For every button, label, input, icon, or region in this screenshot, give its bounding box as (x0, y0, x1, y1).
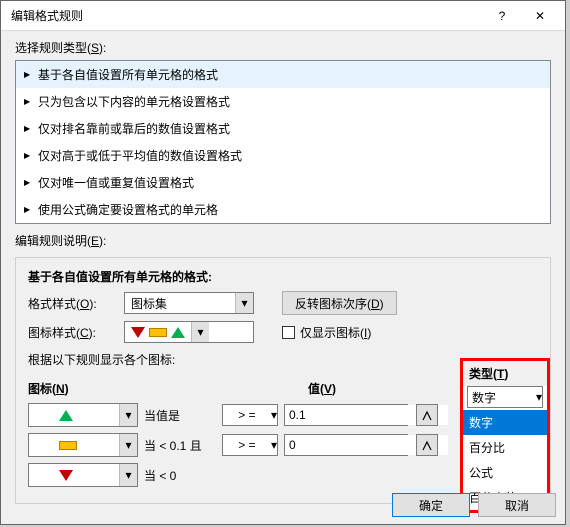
type-column-highlight: 类型(T) 数字 ▾ 数字 百分比 公式 百分点值 (460, 358, 550, 513)
rect-yellow-icon (59, 441, 77, 450)
icon-style-combo[interactable]: ▾ (124, 321, 254, 343)
icon-picker[interactable]: ▾ (28, 433, 138, 457)
chevron-down-icon: ▾ (271, 438, 277, 452)
value-input[interactable] (284, 434, 408, 456)
condition-label: 当 < 0 (144, 467, 216, 484)
col-header-value: 值(V) (228, 380, 428, 397)
chevron-down-icon: ▾ (191, 322, 209, 342)
rule-type-item[interactable]: ▶使用公式确定要设置格式的单元格 (16, 196, 550, 223)
format-style-label: 格式样式(O): (28, 295, 116, 312)
col-header-type: 类型(T) (463, 361, 547, 386)
dialog-window: 编辑格式规则 ? ✕ 选择规则类型(S): ▶基于各自值设置所有单元格的格式 ▶… (0, 0, 566, 525)
rule-type-list[interactable]: ▶基于各自值设置所有单元格的格式 ▶只为包含以下内容的单元格设置格式 ▶仅对排名… (15, 60, 551, 224)
edit-rule-desc-label: 编辑规则说明(E): (1, 224, 565, 253)
type-option[interactable]: 数字 (463, 410, 547, 435)
title-bar: 编辑格式规则 ? ✕ (1, 1, 565, 31)
rule-type-item[interactable]: ▶仅对唯一值或重复值设置格式 (16, 169, 550, 196)
dialog-title: 编辑格式规则 (11, 7, 483, 24)
chevron-down-icon: ▾ (271, 408, 277, 422)
triangle-down-red-icon (131, 327, 145, 338)
rule-type-item[interactable]: ▶仅对排名靠前或靠后的数值设置格式 (16, 115, 550, 142)
ok-button[interactable]: 确定 (392, 493, 470, 517)
help-button[interactable]: ? (483, 2, 521, 30)
triangle-down-red-icon (59, 470, 73, 481)
type-option[interactable]: 百分比 (463, 435, 547, 460)
condition-label: 当值是 (144, 407, 216, 424)
range-picker-button[interactable] (416, 434, 438, 456)
cancel-button[interactable]: 取消 (478, 493, 556, 517)
icon-picker[interactable]: ▾ (28, 463, 138, 487)
icon-picker[interactable]: ▾ (28, 403, 138, 427)
chevron-down-icon: ▾ (119, 404, 137, 426)
reverse-icon-order-button[interactable]: 反转图标次序(D) (282, 291, 397, 315)
select-rule-type-label: 选择规则类型(S): (1, 31, 565, 60)
triangle-up-green-icon (171, 327, 185, 338)
value-input[interactable] (284, 404, 408, 426)
chevron-down-icon: ▾ (119, 464, 137, 486)
chevron-down-icon: ▾ (235, 293, 253, 313)
close-button[interactable]: ✕ (521, 2, 559, 30)
range-picker-button[interactable] (416, 404, 438, 426)
condition-label: 当 < 0.1 且 (144, 437, 216, 454)
icon-style-label: 图标样式(C): (28, 324, 116, 341)
operator-combo[interactable]: > =▾ (222, 434, 278, 456)
rule-type-item[interactable]: ▶仅对高于或低于平均值的数值设置格式 (16, 142, 550, 169)
desc-title: 基于各自值设置所有单元格的格式: (28, 268, 538, 285)
rect-yellow-icon (149, 328, 167, 337)
format-style-combo[interactable]: 图标集 ▾ (124, 292, 254, 314)
checkbox-icon (282, 326, 295, 339)
triangle-up-green-icon (59, 410, 73, 421)
rule-type-item[interactable]: ▶基于各自值设置所有单元格的格式 (16, 61, 550, 88)
chevron-down-icon: ▾ (119, 434, 137, 456)
operator-combo[interactable]: > =▾ (222, 404, 278, 426)
type-combo[interactable]: 数字 ▾ (467, 386, 543, 408)
rule-type-item[interactable]: ▶只为包含以下内容的单元格设置格式 (16, 88, 550, 115)
chevron-down-icon: ▾ (536, 390, 542, 404)
type-option[interactable]: 公式 (463, 460, 547, 485)
col-header-icon: 图标(N) (28, 380, 228, 397)
dialog-footer: 确定 取消 (392, 493, 556, 517)
show-icon-only-checkbox[interactable]: 仅显示图标(I) (282, 324, 371, 341)
